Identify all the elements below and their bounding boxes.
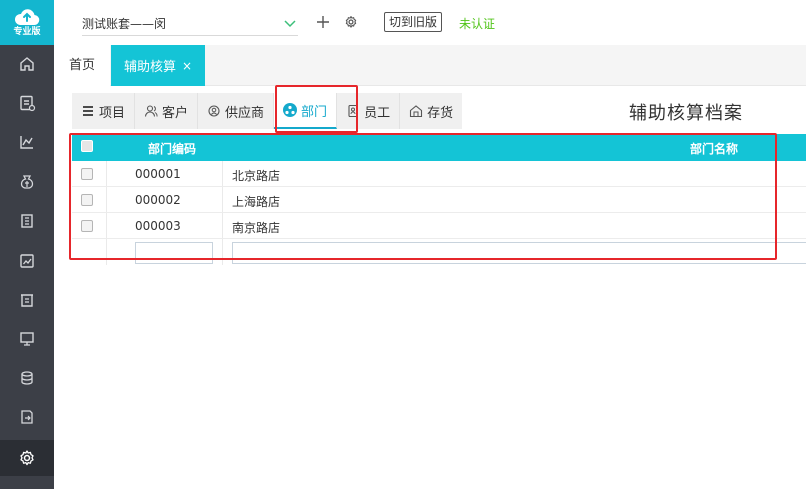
certification-status[interactable]: 未认证 — [459, 15, 495, 32]
money-bag-icon — [20, 175, 34, 189]
account-name: 测试账套——闵 — [82, 17, 167, 31]
column-divider — [222, 239, 223, 265]
table-row[interactable]: 000003 南京路店 — [72, 213, 806, 239]
nav-analysis[interactable] — [0, 243, 54, 279]
tab-auxiliary-accounting[interactable]: 辅助核算 × — [111, 45, 205, 86]
switch-old-version-button[interactable]: 切到旧版 — [384, 12, 442, 32]
nav-voucher[interactable] — [0, 85, 54, 121]
page-title: 辅助核算档案 — [629, 103, 743, 124]
column-divider — [222, 213, 223, 238]
nav-home[interactable] — [0, 46, 54, 82]
column-divider — [106, 161, 107, 186]
row-checkbox[interactable] — [81, 168, 93, 180]
invoice-icon — [21, 294, 33, 307]
nav-salary[interactable] — [0, 360, 54, 396]
add-account-button[interactable] — [315, 14, 331, 30]
department-name-cell[interactable]: 南京路店 — [232, 219, 280, 236]
chart-board-icon — [20, 254, 34, 268]
logo[interactable]: 专业版 — [0, 0, 54, 45]
account-selector[interactable]: 测试账套——闵 — [82, 12, 298, 36]
tab-inventory[interactable]: 存货 — [400, 93, 462, 129]
tab-home[interactable]: 首页 — [54, 45, 110, 86]
tab-bar: 首页 辅助核算 × — [54, 45, 806, 86]
tab-customer-label: 客户 — [162, 105, 189, 121]
tab-department[interactable]: 部门 — [274, 93, 338, 129]
column-divider — [222, 161, 223, 186]
department-name-cell[interactable]: 上海路店 — [232, 193, 280, 210]
tab-employee-label: 员工 — [364, 105, 391, 121]
home-icon — [20, 57, 34, 71]
account-settings-button[interactable] — [343, 14, 359, 30]
table-header: 部门编码 部门名称 — [72, 134, 806, 161]
gear-icon — [345, 16, 357, 28]
tab-supplier[interactable]: 供应商 — [198, 93, 275, 129]
tab-supplier-label: 供应商 — [225, 105, 265, 121]
nav-invoice[interactable] — [0, 282, 54, 318]
employee-icon — [348, 104, 358, 118]
column-header-code[interactable]: 部门编码 — [148, 140, 196, 157]
nav-tax[interactable] — [0, 321, 54, 357]
voucher-icon — [20, 95, 36, 112]
tab-customer[interactable]: 客户 — [135, 93, 199, 129]
tab-label: 辅助核算 — [123, 60, 176, 75]
close-icon[interactable]: × — [182, 59, 192, 73]
nav-settings[interactable] — [0, 440, 54, 476]
row-checkbox[interactable] — [81, 220, 93, 232]
user-icon — [144, 105, 158, 117]
plus-icon — [317, 16, 329, 28]
gear-icon — [20, 450, 34, 466]
department-code-cell[interactable]: 000002 — [135, 193, 181, 207]
nav-money[interactable] — [0, 164, 54, 200]
nav-assets[interactable] — [0, 203, 54, 239]
building-icon — [21, 214, 33, 228]
monitor-icon — [20, 332, 34, 346]
document-export-icon — [21, 410, 33, 424]
table-row[interactable]: 000002 上海路店 — [72, 187, 806, 213]
category-tabs: 项目 客户 供应商 部门 员工 存货 — [72, 93, 463, 129]
inventory-icon — [410, 105, 423, 118]
column-divider — [106, 187, 107, 212]
department-code-cell[interactable]: 000001 — [135, 167, 181, 181]
tab-project-label: 项目 — [99, 105, 126, 121]
department-table: 部门编码 部门名称 000001 北京路店 000002 上海路店 000003… — [72, 134, 806, 265]
tab-project[interactable]: 项目 — [72, 93, 136, 129]
new-department-code-input[interactable] — [135, 242, 213, 264]
nav-export[interactable] — [0, 399, 54, 435]
chevron-down-icon — [284, 19, 296, 27]
cloud-logo-icon — [14, 9, 40, 26]
coins-icon — [21, 371, 33, 385]
new-department-name-input[interactable] — [232, 242, 806, 264]
supplier-icon — [208, 105, 220, 117]
row-checkbox[interactable] — [81, 194, 93, 206]
tab-employee[interactable]: 员工 — [337, 93, 401, 129]
tab-department-label: 部门 — [301, 104, 328, 120]
list-icon — [83, 106, 93, 116]
department-name-cell[interactable]: 北京路店 — [232, 167, 280, 184]
department-icon — [283, 103, 298, 117]
column-divider — [106, 213, 107, 238]
table-row[interactable]: 000001 北京路店 — [72, 161, 806, 187]
logo-label: 专业版 — [13, 27, 41, 37]
sidebar: 专业版 — [0, 0, 54, 489]
tab-inventory-label: 存货 — [427, 105, 454, 121]
column-divider — [106, 239, 107, 265]
nav-reports[interactable] — [0, 124, 54, 160]
top-header: 测试账套——闵 切到旧版 未认证 — [54, 0, 806, 45]
column-header-name[interactable]: 部门名称 — [690, 140, 738, 157]
new-row[interactable] — [72, 239, 806, 265]
app-window: 专业版 测试账套——闵 切到旧版 未认证 首页 辅助核算 × 项目 客户 供应商… — [0, 0, 806, 489]
column-divider — [222, 187, 223, 212]
select-all-checkbox[interactable] — [81, 140, 93, 152]
department-code-cell[interactable]: 000003 — [135, 219, 181, 233]
line-chart-icon — [20, 136, 33, 149]
